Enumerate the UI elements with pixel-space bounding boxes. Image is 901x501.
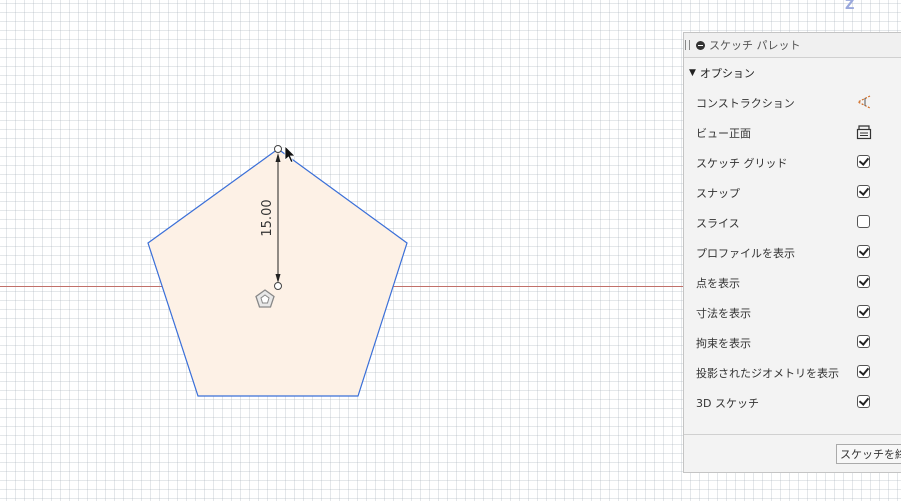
palette-footer: スケッチを終了 [684,434,901,472]
option-show-constraints[interactable]: 拘束を表示 [684,327,901,357]
sketch-palette: スケッチ パレット ▼ オプション コンストラクション ビュー正面 スケッチ グ… [683,32,901,473]
option-label: コンストラクション [696,97,795,110]
vertex-point-top[interactable] [274,145,282,153]
slice-checkbox[interactable] [857,215,870,228]
options-section-header[interactable]: ▼ オプション [684,58,901,88]
option-look-at[interactable]: ビュー正面 [684,117,901,147]
grip-handle-icon[interactable] [685,40,690,50]
3d-sketch-checkbox[interactable] [857,395,870,408]
option-label: 寸法を表示 [696,307,751,320]
option-3d-sketch[interactable]: 3D スケッチ [684,387,901,417]
collapse-icon[interactable] [696,40,705,50]
option-construction[interactable]: コンストラクション [684,87,901,117]
triangle-down-icon: ▼ [689,68,696,78]
palette-title: スケッチ パレット [709,39,801,52]
show-projected-geometry-checkbox[interactable] [857,365,870,378]
option-show-dimensions[interactable]: 寸法を表示 [684,297,901,327]
option-show-projected-geometry[interactable]: 投影されたジオメトリを表示 [684,357,901,387]
options-section-title: オプション [699,67,755,80]
dimension-value[interactable]: 15.00 [260,199,275,236]
option-show-points[interactable]: 点を表示 [684,267,901,297]
option-label: 投影されたジオメトリを表示 [696,367,839,380]
option-slice[interactable]: スライス [684,207,901,237]
option-show-profile[interactable]: プロファイルを表示 [684,237,901,267]
show-profile-checkbox[interactable] [857,245,870,258]
sketch-grid-checkbox[interactable] [857,155,870,168]
palette-header[interactable]: スケッチ パレット [684,33,901,58]
center-point[interactable] [274,282,282,290]
show-points-checkbox[interactable] [857,275,870,288]
show-constraints-checkbox[interactable] [857,335,870,348]
option-label: スケッチ グリッド [696,157,788,170]
snap-checkbox[interactable] [857,185,870,198]
show-dimensions-checkbox[interactable] [857,305,870,318]
option-sketch-grid[interactable]: スケッチ グリッド [684,147,901,177]
option-label: スライス [696,217,740,230]
option-snap[interactable]: スナップ [684,177,901,207]
construction-icon[interactable] [856,95,871,109]
option-label: 3D スケッチ [696,397,759,410]
finish-sketch-button[interactable]: スケッチを終了 [836,444,901,464]
option-label: ビュー正面 [696,127,751,140]
z-axis-label: Z [845,0,855,13]
option-label: プロファイルを表示 [696,247,795,260]
option-label: 拘束を表示 [696,337,751,350]
look-at-icon[interactable] [856,125,872,140]
option-label: スナップ [696,187,740,200]
option-label: 点を表示 [696,277,740,290]
